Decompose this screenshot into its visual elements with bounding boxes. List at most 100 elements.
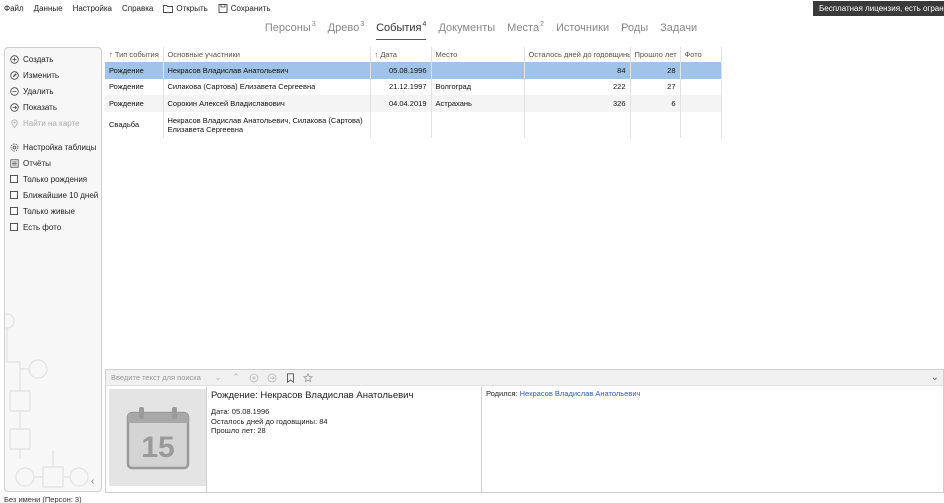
- tab-tasks[interactable]: Задачи: [660, 22, 697, 40]
- table-row[interactable]: Рождение Силакова (Сартова) Елизавета Се…: [105, 78, 722, 95]
- cell-participants: Некрасов Владислав Анатольевич, Силакова…: [163, 111, 371, 138]
- bookmark-icon[interactable]: [284, 372, 296, 384]
- cell-place: Астрахань: [431, 95, 525, 112]
- zoom-in-icon[interactable]: [248, 372, 260, 384]
- expand-panel-chevron-icon[interactable]: ⌄: [931, 372, 939, 383]
- event-title: Рождение: Некрасов Владислав Анатольевич: [211, 390, 414, 401]
- event-years-passed: Прошло лет: 28: [211, 426, 266, 435]
- calendar-day-text: 15: [141, 431, 174, 464]
- menu-bar: Файл Данные Настройка Справка Открыть Со…: [0, 0, 944, 17]
- events-table: ↑ Тип события Основные участники ↑ Дата …: [105, 47, 722, 138]
- save-label: Сохранить: [230, 4, 271, 13]
- tab-persons[interactable]: Персоны 3: [265, 21, 316, 40]
- has-photo-checkbox[interactable]: [10, 223, 18, 231]
- create-button[interactable]: Создать: [5, 51, 101, 67]
- tab-places[interactable]: Места 2: [507, 21, 544, 40]
- chevron-up-icon[interactable]: ⌃: [230, 372, 242, 384]
- cell-place: [431, 111, 525, 138]
- column-participants[interactable]: Основные участники: [163, 47, 371, 62]
- cell-days-left: 326: [524, 95, 631, 112]
- cell-years-passed: 28: [630, 62, 681, 79]
- cell-date: [370, 111, 432, 138]
- cell-date: 05.08.1996: [370, 62, 432, 79]
- arrow-right-circle-icon: [10, 102, 19, 112]
- cell-date: 21.12.1997: [370, 78, 432, 95]
- column-photo[interactable]: Фото: [680, 47, 722, 62]
- event-date: Дата: 05.08.1996: [211, 407, 270, 416]
- menu-settings[interactable]: Настройка: [68, 0, 117, 17]
- table-row[interactable]: Рождение Некрасов Владислав Анатольевич …: [105, 62, 722, 79]
- filter-nearest-10-days[interactable]: Ближайшие 10 дней: [5, 187, 101, 203]
- only-alive-checkbox[interactable]: [10, 207, 18, 215]
- cell-participants: Некрасов Владислав Анатольевич: [163, 62, 371, 79]
- folder-icon: [163, 4, 174, 13]
- table-header-row: ↑ Тип события Основные участники ↑ Дата …: [105, 47, 722, 62]
- cell-days-left: [524, 111, 631, 138]
- search-input[interactable]: [111, 373, 206, 382]
- save-button[interactable]: Сохранить: [213, 0, 276, 17]
- cell-participants: Силакова (Сартова) Елизавета Сергеевна: [163, 78, 371, 95]
- filter-only-alive[interactable]: Только живые: [5, 203, 101, 219]
- table-row[interactable]: Свадьба Некрасов Владислав Анатольевич, …: [105, 111, 722, 138]
- table-row[interactable]: Рождение Сорокин Алексей Владиславович 0…: [105, 95, 722, 112]
- cell-photo: [680, 78, 722, 95]
- cell-type: Рождение: [105, 95, 164, 112]
- calendar-icon: 15: [126, 406, 189, 469]
- delete-button[interactable]: Удалить: [5, 83, 101, 99]
- column-years-passed[interactable]: Прошло лет: [630, 47, 681, 62]
- filter-has-photo[interactable]: Есть фото: [5, 219, 101, 235]
- cell-days-left: 84: [524, 62, 631, 79]
- detail-panel: ⌄ ⌃ ⌄ 15 Рождение: Некрасов Владислав Ан…: [105, 369, 944, 493]
- cell-type: Рождение: [105, 62, 164, 79]
- cell-years-passed: [630, 111, 681, 138]
- tab-documents[interactable]: Документы: [438, 22, 495, 40]
- star-icon[interactable]: [302, 372, 314, 384]
- find-on-map-button[interactable]: Найти на карте: [5, 115, 101, 131]
- tab-sources[interactable]: Источники: [556, 22, 609, 40]
- filter-only-births[interactable]: Только рождения: [5, 171, 101, 187]
- cell-place: Волгоград: [431, 78, 525, 95]
- arrow-right-circle-icon[interactable]: [266, 372, 278, 384]
- only-births-checkbox[interactable]: [10, 175, 18, 183]
- show-button[interactable]: Показать: [5, 99, 101, 115]
- nearest-10-days-checkbox[interactable]: [10, 191, 18, 199]
- collapse-sidebar-chevron-icon[interactable]: ‹: [91, 476, 94, 487]
- tab-tree[interactable]: Древо 3: [328, 21, 364, 40]
- gear-icon: [10, 143, 19, 152]
- menu-help[interactable]: Справка: [117, 0, 158, 17]
- cell-photo: [680, 95, 722, 112]
- cell-years-passed: 6: [630, 95, 681, 112]
- reports-button[interactable]: Отчёты: [5, 155, 101, 171]
- event-photo: 15: [109, 389, 206, 486]
- main-tabs: Персоны 3 Древо 3 События 4 Документы Места…: [0, 21, 944, 42]
- plus-circle-icon: [10, 54, 19, 64]
- cell-type: Свадьба: [105, 111, 164, 138]
- open-button[interactable]: Открыть: [158, 0, 212, 17]
- event-details: Рождение: Некрасов Владислав Анатольевич…: [206, 387, 482, 493]
- status-bar: Без имени (Персон: 3): [4, 495, 82, 503]
- search-bar: ⌄ ⌃ ⌄: [106, 370, 943, 386]
- cell-place: [431, 62, 525, 79]
- tab-events[interactable]: События 4: [376, 21, 427, 40]
- report-icon: [10, 158, 19, 168]
- sidebar: Создать Изменить Удалить Показать Найти …: [4, 47, 102, 492]
- edit-button[interactable]: Изменить: [5, 67, 101, 83]
- menu-file[interactable]: Файл: [0, 0, 29, 17]
- family-tree-watermark-icon: [5, 313, 89, 488]
- chevron-down-icon[interactable]: ⌄: [212, 372, 224, 384]
- minus-circle-icon: [10, 86, 19, 96]
- column-event-type[interactable]: ↑ Тип события: [105, 47, 164, 62]
- license-badge[interactable]: Бесплатная лицензия, есть ограничения: [813, 1, 944, 16]
- event-days-left: Осталось дней до годовщины: 84: [211, 416, 328, 426]
- table-settings-button[interactable]: Настройка таблицы: [5, 139, 101, 155]
- column-place[interactable]: Место: [431, 47, 525, 62]
- born-person-link[interactable]: Некрасов Владислав Анатольевич: [520, 389, 641, 398]
- column-days-left[interactable]: Осталось дней до годовщины: [524, 47, 631, 62]
- menu-data[interactable]: Данные: [29, 0, 68, 17]
- cell-date: 04.04.2019: [370, 95, 432, 112]
- cell-days-left: 222: [524, 78, 631, 95]
- tab-clans[interactable]: Роды: [621, 22, 648, 40]
- column-date[interactable]: ↑ Дата: [370, 47, 432, 62]
- cell-type: Рождение: [105, 78, 164, 95]
- cell-participants: Сорокин Алексей Владиславович: [163, 95, 371, 112]
